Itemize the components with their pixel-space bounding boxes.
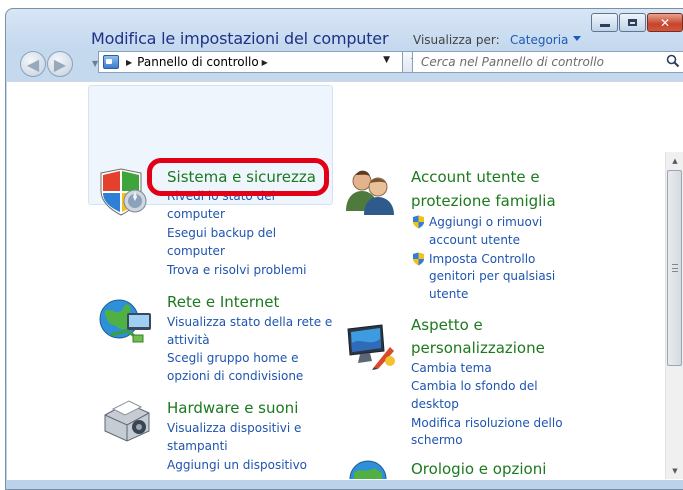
category-title-user-accounts-cont[interactable]: protezione famiglia: [411, 192, 556, 210]
address-bar[interactable]: ▶ Pannello di controllo ▶ ▼: [98, 51, 403, 73]
uac-shield-icon: [413, 215, 424, 229]
scrollbar-thumb[interactable]: [667, 170, 682, 366]
link-change-background[interactable]: Cambia lo sfondo del: [411, 377, 538, 395]
scroll-up-icon[interactable]: ▲: [666, 152, 683, 169]
network-globe-icon: [99, 299, 151, 343]
link-change-background-cont[interactable]: desktop: [411, 395, 459, 413]
link-troubleshoot[interactable]: Trova e risolvi problemi: [167, 261, 306, 279]
link-add-device[interactable]: Aggiungi un dispositivo: [167, 456, 307, 474]
close-button[interactable]: ✕: [647, 13, 683, 32]
link-screen-resolution[interactable]: Modifica risoluzione dello: [411, 414, 563, 432]
highlight-ring: [147, 158, 329, 196]
back-button[interactable]: ◀: [20, 51, 46, 77]
link-add-remove-accounts[interactable]: Aggiungi o rimuovi: [429, 213, 542, 231]
close-icon: ✕: [659, 15, 671, 30]
breadcrumb-control-panel[interactable]: Pannello di controllo: [137, 55, 259, 69]
link-backup[interactable]: Esegui backup del: [167, 224, 276, 242]
uac-shield-icon: [413, 252, 424, 266]
link-review-status-cont[interactable]: computer: [167, 205, 225, 223]
minimize-icon: [592, 14, 617, 31]
link-homegroup[interactable]: Scegli gruppo home e: [167, 349, 298, 367]
link-network-status-cont[interactable]: attività: [167, 331, 210, 349]
back-arrow-icon: ◀: [26, 54, 40, 74]
forward-button[interactable]: ▶: [47, 51, 73, 77]
breadcrumb-arrow-icon[interactable]: ▶: [262, 58, 268, 67]
scrollbar-grip-icon: [672, 264, 678, 272]
link-devices-printers-cont[interactable]: stampanti: [167, 437, 228, 455]
link-change-theme[interactable]: Cambia tema: [411, 359, 492, 377]
maximize-button[interactable]: [619, 13, 646, 32]
forward-arrow-icon: ▶: [53, 54, 67, 74]
chevron-down-icon[interactable]: [573, 36, 581, 41]
search-input[interactable]: Cerca nel Pannello di controllo: [412, 51, 683, 73]
link-backup-cont[interactable]: computer: [167, 242, 225, 260]
vertical-scrollbar[interactable]: ▲ ▼: [665, 152, 683, 479]
link-network-status[interactable]: Visualizza stato della rete e: [167, 313, 332, 331]
category-title-clock[interactable]: Orologio e opzioni: [411, 460, 546, 478]
breadcrumb-arrow-icon[interactable]: ▶: [126, 58, 132, 67]
search-placeholder: Cerca nel Pannello di controllo: [421, 55, 604, 69]
page-title: Modifica le impostazioni del computer: [91, 29, 389, 48]
maximize-icon: [620, 14, 645, 31]
view-by-dropdown[interactable]: Categoria: [510, 33, 568, 47]
link-parental-controls-cont2[interactable]: utente: [429, 285, 468, 303]
control-panel-icon: [103, 55, 119, 69]
link-parental-controls-cont[interactable]: genitori per qualsiasi: [429, 267, 555, 285]
minimize-button[interactable]: [591, 13, 618, 32]
category-title-appearance-cont[interactable]: personalizzazione: [411, 339, 545, 357]
appearance-monitor-icon: [347, 324, 395, 370]
link-screen-resolution-cont[interactable]: schermo: [411, 431, 463, 449]
shield-icon: [100, 168, 147, 216]
link-add-remove-accounts-cont[interactable]: account utente: [429, 231, 520, 249]
clock-globe-icon: [349, 460, 387, 479]
link-parental-controls[interactable]: Imposta Controllo: [429, 250, 535, 268]
link-devices-printers[interactable]: Visualizza dispositivi e: [167, 419, 301, 437]
printer-icon: [104, 400, 150, 442]
view-by-label: Visualizza per:: [413, 33, 500, 47]
address-dropdown-icon[interactable]: ▼: [383, 55, 390, 65]
category-title-appearance[interactable]: Aspetto e: [411, 316, 483, 334]
category-title-user-accounts[interactable]: Account utente e: [411, 168, 540, 186]
link-homegroup-cont[interactable]: opzioni di condivisione: [167, 367, 303, 385]
caption-buttons: ✕: [590, 13, 683, 33]
search-icon[interactable]: [666, 54, 680, 68]
category-title-hardware-sound[interactable]: Hardware e suoni: [167, 399, 298, 417]
navigation-bar: ◀ ▶ ▼ ▶ Pannello di controllo ▶ ▼ ↻ Cerc…: [5, 44, 683, 80]
user-accounts-icon: [346, 170, 394, 215]
scroll-down-icon[interactable]: ▼: [666, 462, 683, 479]
category-title-network-internet[interactable]: Rete e Internet: [167, 293, 279, 311]
